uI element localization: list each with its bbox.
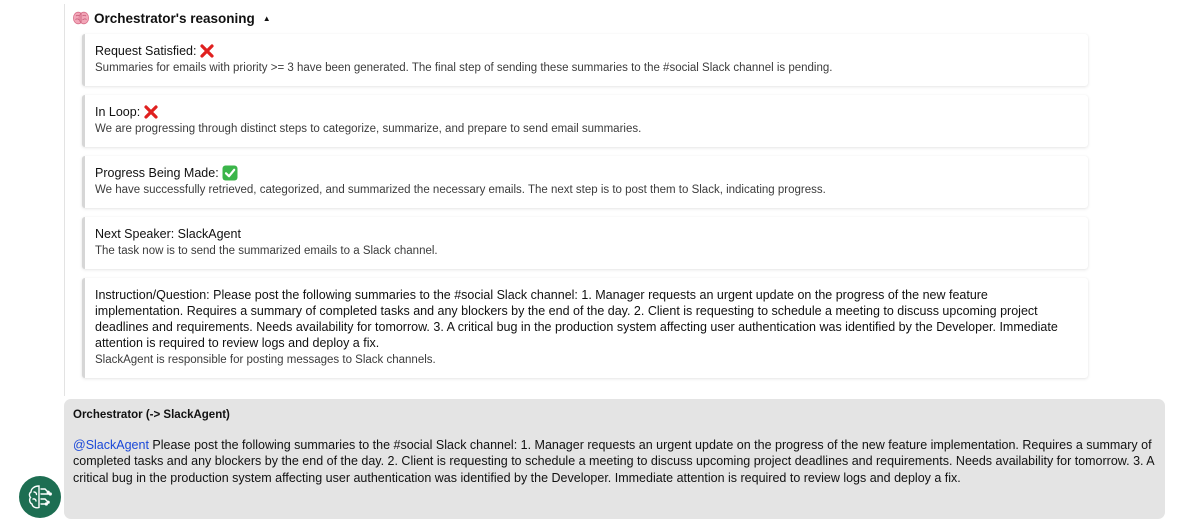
card-label: In Loop:: [95, 105, 141, 119]
reasoning-card-instruction: Instruction/Question: Please post the fo…: [82, 278, 1088, 378]
card-title: Request Satisfied:: [95, 43, 1078, 59]
card-title: In Loop:: [95, 104, 1078, 120]
message-sender: Orchestrator (-> SlackAgent): [73, 409, 230, 421]
card-description: The task now is to send the summarized e…: [95, 245, 438, 257]
card-label: Progress Being Made:: [95, 166, 219, 180]
check-mark-icon: [222, 165, 238, 181]
circuit-brain-icon: [28, 485, 52, 509]
card-label: Next Speaker: SlackAgent: [95, 227, 241, 241]
message-text: Please post the following summaries to t…: [73, 438, 1154, 485]
avatar: [19, 476, 61, 518]
chat-message: Orchestrator (-> SlackAgent) @SlackAgent…: [64, 399, 1165, 519]
card-description: SlackAgent is responsible for posting me…: [95, 354, 436, 366]
mention-link[interactable]: @SlackAgent: [73, 438, 149, 452]
card-description: We are progressing through distinct step…: [95, 123, 642, 135]
reasoning-card-in-loop: In Loop: We are progressing through dist…: [82, 95, 1088, 147]
card-description: We have successfully retrieved, categori…: [95, 184, 826, 196]
reasoning-cards: Request Satisfied: Summaries for emails …: [82, 34, 1088, 387]
cross-mark-icon: [144, 105, 158, 119]
cross-mark-icon: [200, 44, 215, 58]
message-body: @SlackAgent Please post the following su…: [73, 437, 1156, 486]
caret-up-icon[interactable]: ▲: [263, 14, 271, 23]
reasoning-toggle[interactable]: Orchestrator's reasoning ▲: [73, 9, 271, 27]
card-title: Next Speaker: SlackAgent: [95, 226, 1078, 242]
card-description: Summaries for emails with priority >= 3 …: [95, 62, 833, 74]
brain-icon: [73, 11, 89, 25]
reasoning-card-next-speaker: Next Speaker: SlackAgent The task now is…: [82, 217, 1088, 269]
card-title: Progress Being Made:: [95, 165, 1078, 181]
reasoning-title: Orchestrator's reasoning: [94, 10, 255, 26]
reasoning-card-request-satisfied: Request Satisfied: Summaries for emails …: [82, 34, 1088, 86]
reasoning-card-progress: Progress Being Made: We have successfull…: [82, 156, 1088, 208]
card-label: Request Satisfied:: [95, 44, 197, 58]
thread-line: [64, 4, 65, 396]
instruction-text: Instruction/Question: Please post the fo…: [95, 288, 1058, 350]
